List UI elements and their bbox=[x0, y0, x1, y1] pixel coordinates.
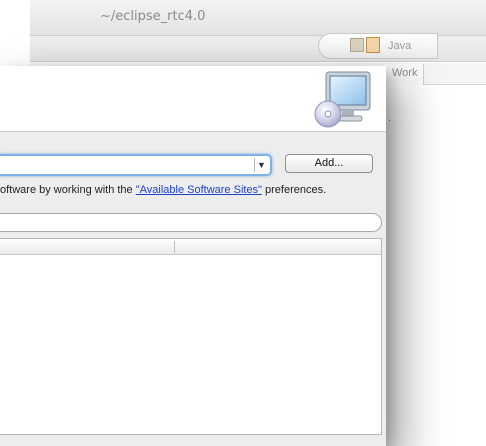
background-title-bar: ~/eclipse_rtc4.0 bbox=[30, 0, 486, 36]
chevron-down-icon[interactable]: ▼ bbox=[254, 158, 268, 172]
java-perspective-icon[interactable] bbox=[366, 37, 380, 53]
open-perspective-icon[interactable] bbox=[350, 38, 364, 52]
sites-text-suffix: preferences. bbox=[261, 184, 327, 196]
add-site-button[interactable]: Add... bbox=[285, 154, 373, 173]
background-tab-work[interactable]: Work bbox=[384, 64, 425, 85]
background-trailing-text: . bbox=[388, 112, 392, 124]
sites-text-prefix: oftware by working with the bbox=[0, 184, 136, 196]
column-divider[interactable] bbox=[174, 241, 175, 253]
available-sites-text: oftware by working with the "Available S… bbox=[0, 184, 386, 196]
perspective-label[interactable]: Java bbox=[388, 40, 411, 52]
filter-input[interactable] bbox=[0, 213, 382, 232]
dialog-banner bbox=[0, 66, 386, 132]
available-software-table[interactable] bbox=[0, 238, 382, 435]
computer-install-cd-icon bbox=[314, 71, 371, 128]
table-header bbox=[0, 239, 381, 255]
available-software-sites-link[interactable]: "Available Software Sites" bbox=[136, 184, 262, 196]
work-with-combo[interactable]: ▼ bbox=[0, 154, 272, 176]
background-window-title: ~/eclipse_rtc4.0 bbox=[100, 9, 206, 24]
